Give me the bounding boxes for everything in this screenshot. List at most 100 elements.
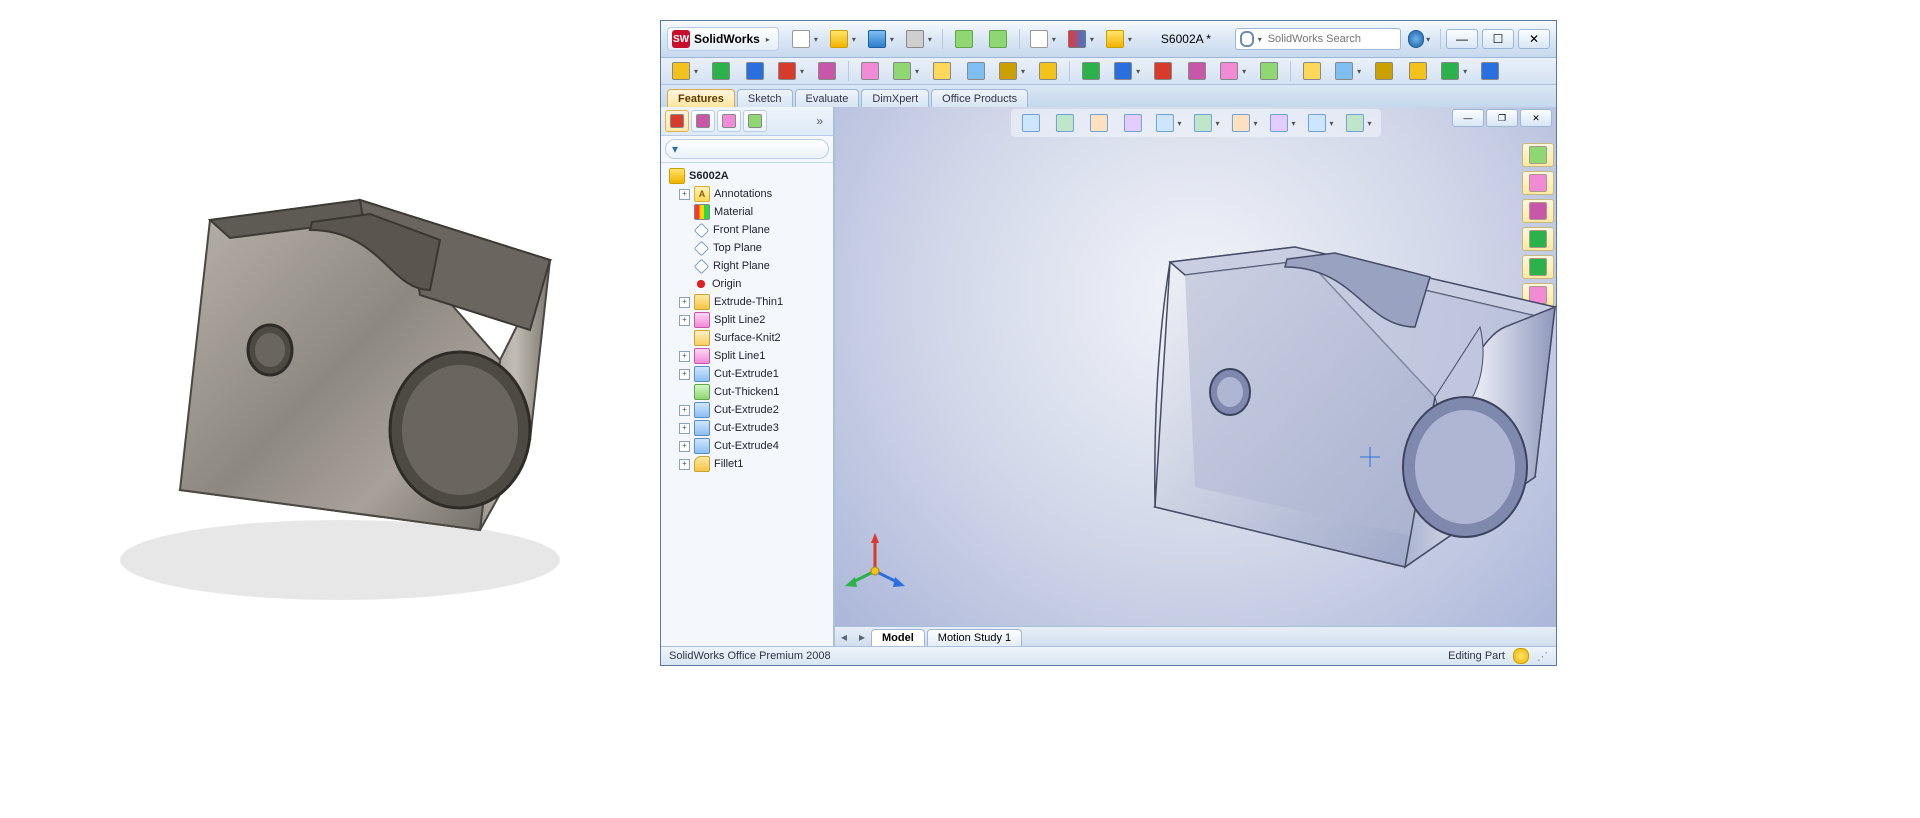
tab-evaluate[interactable]: Evaluate (795, 89, 860, 107)
tree-item[interactable]: Surface-Knit2 (663, 329, 831, 347)
feature-manager-tab[interactable] (665, 110, 689, 132)
property-manager-tab[interactable] (691, 110, 715, 132)
redo-button[interactable] (982, 27, 1014, 51)
tree-item[interactable]: +Split Line2 (663, 311, 831, 329)
print-button[interactable] (901, 27, 937, 51)
tab-office-products[interactable]: Office Products (931, 89, 1028, 107)
help-button[interactable]: ▾ (1403, 27, 1435, 51)
mdi-minimize-button[interactable]: — (1452, 109, 1484, 127)
close-button[interactable]: ✕ (1518, 29, 1550, 49)
mirror-button[interactable] (1075, 59, 1107, 83)
taskpane-home-button[interactable] (1522, 143, 1554, 167)
geom-button[interactable] (1181, 59, 1213, 83)
scene-button[interactable] (1296, 59, 1328, 83)
circle-button[interactable] (854, 59, 886, 83)
select-button[interactable] (1025, 27, 1061, 51)
appear-button[interactable] (1253, 59, 1285, 83)
prev-view-button[interactable] (1082, 111, 1114, 135)
tabs-scroll-right[interactable]: ▸ (853, 628, 871, 646)
save-button[interactable] (863, 27, 899, 51)
tab-dimxpert[interactable]: DimXpert (861, 89, 929, 107)
expand-toggle[interactable]: + (679, 297, 690, 308)
bottom-tab-motion-study-1[interactable]: Motion Study 1 (927, 629, 1022, 646)
open-button[interactable] (825, 27, 861, 51)
zoom-fit-button[interactable] (1014, 111, 1046, 135)
options-button[interactable] (1101, 27, 1137, 51)
tree-item[interactable]: +Cut-Extrude1 (663, 365, 831, 383)
section-button[interactable] (1116, 111, 1148, 135)
expand-toggle[interactable]: + (679, 441, 690, 452)
dim-button[interactable] (667, 59, 703, 83)
tabs-scroll-left[interactable]: ◂ (835, 628, 853, 646)
tab-sketch[interactable]: Sketch (737, 89, 793, 107)
sheet-button[interactable] (1109, 59, 1145, 83)
scene-button[interactable] (1303, 111, 1339, 135)
tab-features[interactable]: Features (667, 89, 735, 107)
expand-toggle[interactable]: + (679, 405, 690, 416)
view-orient-button[interactable] (1150, 111, 1186, 135)
filter-button[interactable]: ▾ (665, 139, 829, 159)
configuration-manager-tab[interactable] (717, 110, 741, 132)
tree-item[interactable]: +Extrude-Thin1 (663, 293, 831, 311)
expand-toggle[interactable]: + (679, 369, 690, 380)
mdi-close-button[interactable]: ✕ (1520, 109, 1552, 127)
hide-show-button[interactable] (1226, 111, 1262, 135)
tree-item[interactable]: Origin (663, 275, 831, 293)
table-button[interactable] (994, 59, 1030, 83)
mdi-restore-button[interactable]: ❐ (1486, 109, 1518, 127)
expand-toggle[interactable]: + (679, 315, 690, 326)
split-icon (694, 312, 710, 328)
search-input[interactable] (1266, 32, 1396, 46)
arc-button[interactable] (888, 59, 924, 83)
tree-item[interactable]: Front Plane (663, 221, 831, 239)
graphics-viewport[interactable]: — ❐ ✕ (834, 107, 1556, 647)
maximize-button[interactable]: ☐ (1482, 29, 1514, 49)
minimize-button[interactable]: — (1446, 29, 1478, 49)
view-settings-button[interactable] (1341, 111, 1377, 135)
tree-item[interactable]: +Annotations (663, 185, 831, 203)
tree-item[interactable]: Material (663, 203, 831, 221)
appearance-button[interactable] (1265, 111, 1301, 135)
weld-button[interactable] (1147, 59, 1179, 83)
tree-item[interactable]: +Split Line1 (663, 347, 831, 365)
curve-button[interactable] (1402, 59, 1434, 83)
tree-item[interactable]: Cut-Thicken1 (663, 383, 831, 401)
tree-item[interactable]: +Cut-Extrude4 (663, 437, 831, 455)
tree-root[interactable]: S6002A (663, 167, 831, 185)
render-button[interactable] (1330, 59, 1366, 83)
sketch-button[interactable] (739, 59, 771, 83)
expand-toggle[interactable]: + (679, 189, 690, 200)
check-button[interactable] (1368, 59, 1400, 83)
new-button[interactable] (787, 27, 823, 51)
manager-more-button[interactable]: » (810, 114, 829, 128)
cut-icon (694, 438, 710, 454)
rect-button[interactable] (811, 59, 843, 83)
ref-button[interactable] (1474, 59, 1506, 83)
app-menu-button[interactable]: SW SolidWorks ▸ (667, 27, 779, 51)
pattern-button[interactable] (1032, 59, 1064, 83)
mate-button[interactable] (1215, 59, 1251, 83)
undo-button[interactable] (948, 27, 980, 51)
tree-item[interactable]: Right Plane (663, 257, 831, 275)
expand-toggle[interactable]: + (679, 423, 690, 434)
search-box[interactable]: ▾ (1235, 28, 1401, 50)
spline-button[interactable] (926, 59, 958, 83)
zoom-area-button[interactable] (1048, 111, 1080, 135)
tree-item[interactable]: +Fillet1 (663, 455, 831, 473)
relation-button[interactable] (705, 59, 737, 83)
feature-tree[interactable]: S6002A+AnnotationsMaterial Front PlaneTo… (661, 163, 833, 647)
wrap-button[interactable] (1436, 59, 1472, 83)
bottom-tab-model[interactable]: Model (871, 629, 925, 646)
status-help-icon[interactable] (1513, 648, 1529, 664)
expand-toggle[interactable]: + (679, 351, 690, 362)
note-button[interactable] (960, 59, 992, 83)
line-button[interactable] (773, 59, 809, 83)
view-triad[interactable] (845, 531, 905, 591)
expand-toggle[interactable]: + (679, 459, 690, 470)
tree-item[interactable]: +Cut-Extrude3 (663, 419, 831, 437)
dimxpert-manager-tab[interactable] (743, 110, 767, 132)
rebuild-button[interactable] (1063, 27, 1099, 51)
display-style-button[interactable] (1188, 111, 1224, 135)
tree-item[interactable]: +Cut-Extrude2 (663, 401, 831, 419)
tree-item[interactable]: Top Plane (663, 239, 831, 257)
